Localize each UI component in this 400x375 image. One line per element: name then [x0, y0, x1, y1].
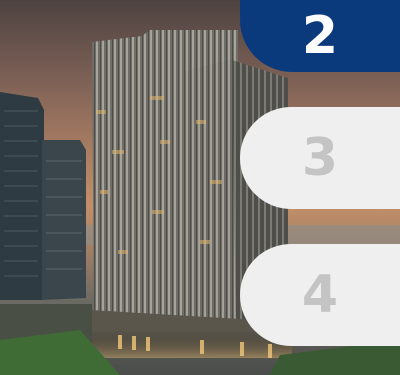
step-3-tab[interactable]: 3: [240, 107, 400, 209]
step-number: 2: [301, 6, 339, 66]
step-number: 4: [301, 265, 339, 325]
step-4-tab[interactable]: 4: [240, 244, 400, 346]
step-number: 3: [301, 128, 339, 188]
step-2-tab[interactable]: 2: [240, 0, 400, 72]
